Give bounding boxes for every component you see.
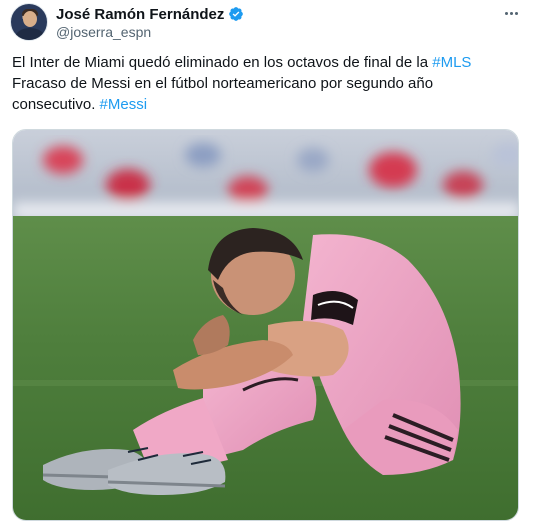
hashtag-mls[interactable]: #MLS [432, 54, 471, 71]
verified-badge-icon [229, 7, 244, 21]
author-avatar[interactable] [10, 3, 48, 41]
hashtag-messi[interactable]: #Messi [100, 96, 148, 113]
tweet-media-image[interactable] [12, 129, 519, 521]
more-options-icon[interactable] [500, 4, 522, 22]
author-display-name[interactable]: José Ramón Fernández [56, 6, 224, 23]
tweet-text: El Inter de Miami quedó eliminado en los… [12, 52, 517, 115]
tweet-card[interactable]: José Ramón Fernández @joserra_espn El In… [0, 0, 533, 528]
tweet-text-line2: Fracaso de Messi en el fútbol norteameri… [12, 75, 434, 113]
tweet-text-line1: El Inter de Miami quedó eliminado en los… [12, 54, 433, 71]
author-name-row: José Ramón Fernández [56, 4, 244, 24]
photo-of-dejected-player [13, 130, 518, 520]
author-handle[interactable]: @joserra_espn [56, 24, 151, 40]
